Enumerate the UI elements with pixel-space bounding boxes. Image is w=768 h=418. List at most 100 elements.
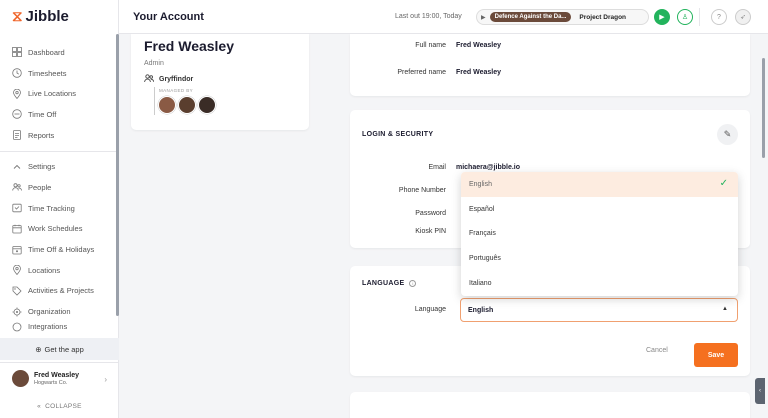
play-small-icon: ▶ [481, 14, 486, 21]
activity-badge[interactable]: Defence Against the Da... [489, 12, 572, 22]
project-label[interactable]: Project Dragon [579, 14, 626, 21]
language-option-espanol[interactable]: Español [461, 197, 738, 222]
user-org: Hogwarts Co. [34, 379, 68, 386]
profile-group: Gryffindor [144, 74, 193, 85]
manager-avatar[interactable] [198, 96, 216, 114]
sidebar-item-activities-projects[interactable]: Activities & Projects [0, 281, 119, 302]
sidebar-item-settings[interactable]: Settings [0, 156, 119, 177]
collapse-button[interactable]: « COLLAPSE [0, 398, 119, 414]
sidebar-item-integrations[interactable]: Integrations [0, 322, 119, 332]
timer-selector[interactable]: ▶ Defence Against the Da... Project Drag… [476, 9, 649, 25]
app-name: Jibble [25, 8, 69, 25]
sidebar-item-label: People [28, 182, 52, 192]
language-label: Language [414, 306, 446, 313]
collapse-label: COLLAPSE [45, 402, 82, 410]
language-option-francais[interactable]: Français [461, 222, 738, 247]
preferred-name-row: Preferred name Fred Weasley [350, 69, 501, 76]
manager-avatars [158, 96, 216, 114]
main-scrollbar[interactable] [762, 58, 765, 158]
save-button[interactable]: Save [694, 343, 738, 367]
chevron-right-icon: › [104, 375, 107, 384]
current-user[interactable]: Fred Weasley Hogwarts Co. › [0, 362, 119, 394]
chevron-up-icon [12, 162, 22, 172]
holidays-icon [12, 245, 22, 255]
manager-avatar[interactable] [178, 96, 196, 114]
sidebar-item-label: Work Schedules [28, 224, 83, 234]
profile-name: Fred Weasley [144, 38, 235, 54]
language-option-english[interactable]: English ✓ [461, 172, 738, 197]
pencil-icon: ✎ [723, 129, 732, 139]
sidebar-item-locations[interactable]: Locations [0, 260, 119, 281]
names-card: Full name Fred Weasley Preferred name Fr… [350, 34, 750, 96]
more-button[interactable]: ➶ [735, 9, 751, 25]
reports-icon [12, 130, 22, 140]
phone-row: Phone Number [350, 187, 456, 194]
tag-icon [12, 286, 22, 296]
start-timer-button[interactable]: ▶ [654, 9, 670, 25]
double-chevron-left-icon: « [37, 402, 42, 410]
info-icon[interactable]: i [409, 280, 417, 287]
sidebar-item-label: Time Tracking [28, 203, 75, 213]
option-label: Italiano [469, 280, 492, 288]
sidebar-item-label: Activities & Projects [28, 286, 94, 296]
manager-avatar[interactable] [158, 96, 176, 114]
app-logo[interactable]: ⧖ Jibble [12, 8, 69, 25]
sidebar-item-label: Reports [28, 130, 55, 140]
phone-label: Phone Number [398, 187, 446, 194]
language-option-italiano[interactable]: Italiano [461, 271, 738, 296]
option-label: Português [469, 255, 501, 263]
sidebar-item-label: Integrations [28, 322, 68, 332]
sidebar-item-people[interactable]: People [0, 177, 119, 198]
sidebar-item-dashboard[interactable]: Dashboard [0, 42, 119, 63]
caret-up-icon: ▲ [722, 306, 728, 312]
sidebar-item-label: Time Off & Holidays [28, 245, 95, 255]
preferred-name-value: Fred Weasley [456, 69, 502, 76]
sidebar-item-time-tracking[interactable]: Time Tracking [0, 198, 119, 219]
help-button[interactable]: ? [711, 9, 727, 25]
organization-icon [12, 307, 22, 317]
sidebar-item-label: Live Locations [28, 89, 76, 99]
language-title: LANGUAGE i [362, 280, 417, 287]
sidebar-item-reports[interactable]: Reports [0, 125, 119, 146]
sidebar-scrollbar[interactable] [116, 34, 119, 316]
play-icon: ▶ [659, 14, 665, 21]
sidebar-item-time-off[interactable]: Time Off [0, 104, 119, 125]
person-clock-icon: ♙ [681, 14, 689, 21]
group-icon [144, 74, 155, 85]
kiosk-pin-row: Kiosk PIN [350, 228, 456, 235]
edit-login-button[interactable]: ✎ [717, 124, 738, 145]
language-title-text: LANGUAGE [362, 280, 405, 287]
preferred-name-label: Preferred name [397, 69, 446, 76]
avatar [12, 370, 29, 387]
sidebar-item-organization[interactable]: Organization [0, 301, 119, 322]
full-name-value: Fred Weasley [456, 42, 502, 49]
get-app-label: Get the app [44, 344, 84, 354]
sidebar-nav: Dashboard Timesheets Live Locations Time… [0, 42, 119, 332]
option-label: English [469, 180, 492, 188]
sidebar-item-work-schedules[interactable]: Work Schedules [0, 219, 119, 240]
sidebar-item-time-off-holidays[interactable]: Time Off & Holidays [0, 239, 119, 260]
cancel-button[interactable]: Cancel [646, 347, 668, 354]
jibble-logo-icon: ⧖ [12, 8, 23, 25]
sidebar: ⧖ Jibble Dashboard Timesheets Live Locat… [0, 0, 119, 418]
password-row: Password [350, 210, 456, 217]
location-pin-icon [12, 88, 22, 99]
date-time-card [350, 392, 750, 418]
side-panel-toggle[interactable]: ‹ [755, 378, 765, 404]
clock-in-button[interactable]: ♙ [677, 9, 693, 25]
user-name: Fred Weasley [34, 371, 80, 379]
full-name-label: Full name [415, 42, 446, 49]
language-option-portugues[interactable]: Português [461, 246, 738, 271]
login-security-title: LOGIN & SECURITY [362, 131, 434, 138]
email-row: Email michaera@jibble.io [350, 164, 520, 171]
managed-by-label: MANAGED BY [159, 88, 194, 93]
top-header: Your Account Last out 19:00, Today ▶ Def… [119, 0, 768, 34]
sidebar-item-live-locations[interactable]: Live Locations [0, 83, 119, 104]
get-app-button[interactable]: ⊕ Get the app [0, 338, 119, 360]
sidebar-item-timesheets[interactable]: Timesheets [0, 63, 119, 84]
group-name: Gryffindor [159, 76, 194, 83]
time-tracking-icon [12, 203, 22, 213]
header-divider [699, 8, 700, 26]
profile-card: Fred Weasley Admin Gryffindor MANAGED BY [131, 34, 309, 130]
language-select[interactable]: English ▲ [460, 298, 738, 322]
